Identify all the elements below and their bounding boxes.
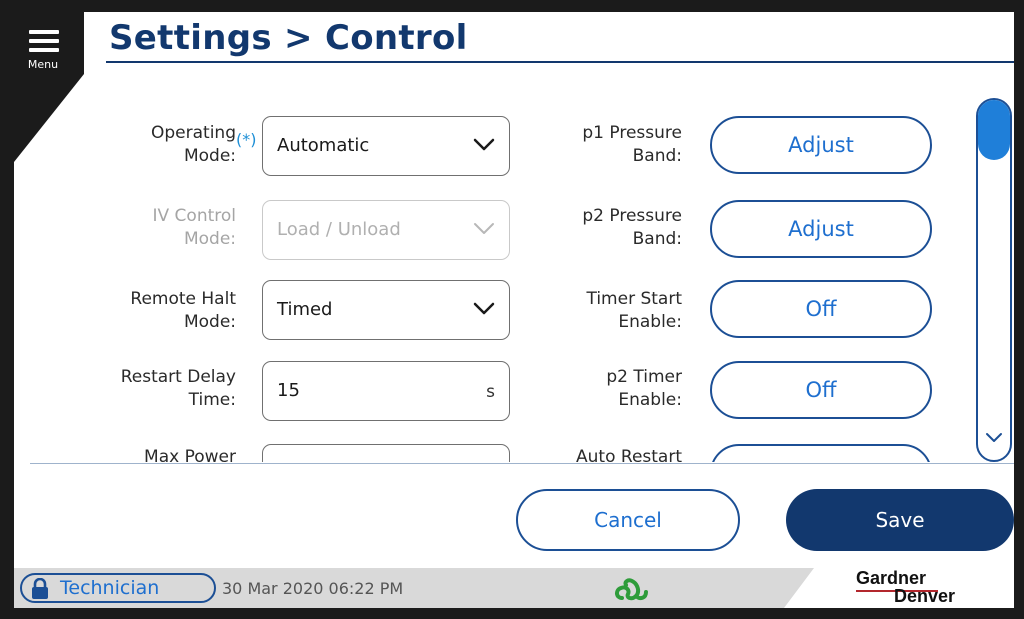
timer-start-enable-toggle[interactable]: Off — [710, 280, 932, 338]
hamburger-icon — [29, 30, 59, 52]
datetime-display: 30 Mar 2020 06:22 PM — [222, 579, 404, 598]
p2-pressure-band-label: p2 Pressure Band: — [582, 206, 682, 249]
content-divider — [30, 463, 1014, 464]
status-bar: Technician 30 Mar 2020 06:22 PM Gardner … — [14, 568, 1014, 608]
auto-restart-button[interactable] — [710, 444, 932, 462]
save-button[interactable]: Save — [786, 489, 1014, 551]
page-title: Settings > Control — [109, 18, 468, 58]
user-role-button[interactable]: Technician — [20, 573, 216, 603]
user-role-label: Technician — [60, 577, 160, 599]
p2-pressure-band-adjust-button[interactable]: Adjust — [710, 200, 932, 258]
auto-restart-label: Auto Restart — [576, 447, 682, 462]
screen: Menu Settings > Control Operating Mode: … — [14, 12, 1014, 608]
brand-logo-text: Denver — [894, 586, 956, 606]
cancel-button[interactable]: Cancel — [516, 489, 740, 551]
p1-pressure-band-label: p1 Pressure Band: — [582, 123, 682, 166]
p2-timer-enable-toggle[interactable]: Off — [710, 361, 932, 419]
compressor-status-icon — [615, 578, 648, 601]
scrollbar-thumb[interactable] — [978, 100, 1010, 160]
p1-pressure-band-adjust-button[interactable]: Adjust — [710, 116, 932, 174]
p2-timer-enable-label: p2 Timer Enable: — [606, 367, 682, 410]
menu-label: Menu — [27, 58, 59, 71]
lock-icon — [32, 578, 48, 599]
title-divider — [106, 61, 1014, 63]
max-power-label: Max Power — [144, 447, 236, 462]
timer-start-enable-label: Timer Start Enable: — [586, 289, 682, 332]
scroll-down-chevron-icon[interactable] — [985, 432, 1003, 444]
device-frame: Menu Settings > Control Operating Mode: … — [0, 0, 1024, 619]
